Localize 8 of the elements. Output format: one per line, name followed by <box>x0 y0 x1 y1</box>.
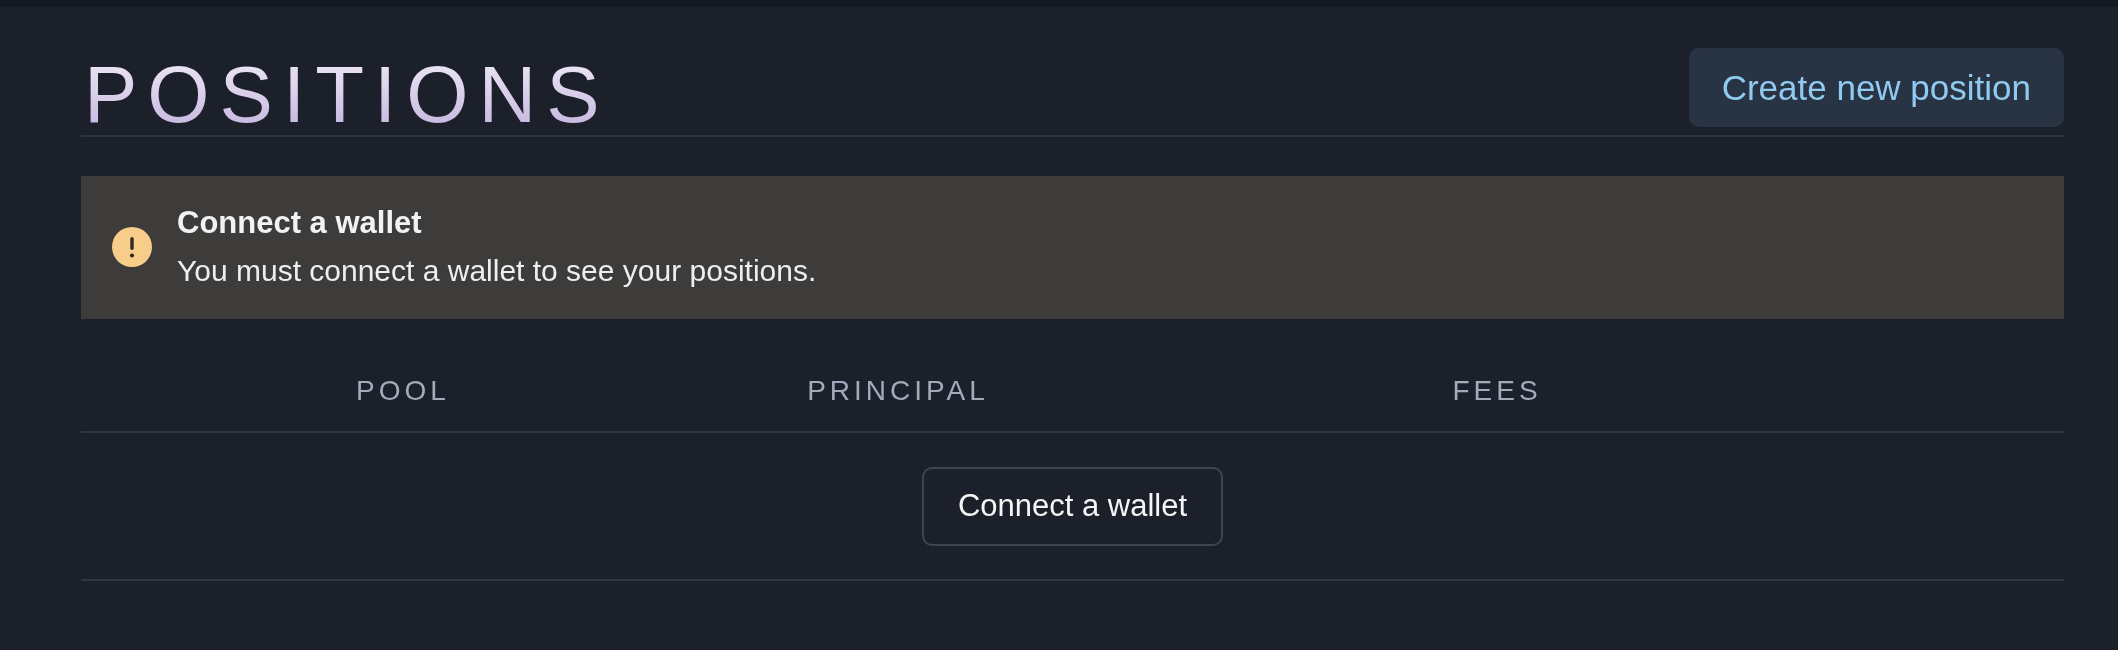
column-header: FEES <box>1451 374 1542 408</box>
column-header: PRINCIPAL <box>806 374 989 408</box>
warning-icon <box>112 227 152 267</box>
create-position-button[interactable]: Create new position <box>1688 48 2064 127</box>
alert-message: You must connect a wallet to see your positions. <box>177 253 817 289</box>
connect-wallet-button[interactable]: Connect a wallet <box>921 466 1224 546</box>
alert-title: Connect a wallet <box>177 204 423 242</box>
column-header: POOL <box>355 374 450 408</box>
